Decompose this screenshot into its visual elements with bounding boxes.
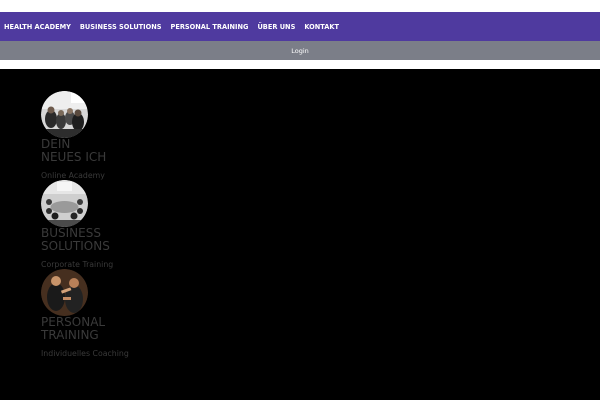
login-bar: Login [0, 41, 600, 60]
card-subtitle: Online Academy [41, 171, 105, 180]
login-link[interactable]: Login [291, 47, 309, 55]
nav-item-ueber-uns[interactable]: ÜBER UNS [257, 23, 295, 31]
nav-item-health-academy[interactable]: HEALTH ACADEMY [4, 23, 71, 31]
personal-trainer-photo[interactable] [41, 269, 88, 316]
card-title-line: NEUES ICH [41, 149, 107, 164]
card-title-line: DEIN [41, 137, 71, 151]
nav-item-kontakt[interactable]: KONTAKT [304, 23, 339, 31]
seminar-audience-photo[interactable] [41, 91, 88, 138]
card-title-line: PERSONAL [41, 315, 106, 329]
main-content: DEIN NEUES ICH Online Academy BUSINESS S… [0, 69, 600, 400]
main-navigation: HEALTH ACADEMY BUSINESS SOLUTIONS PERSON… [0, 12, 600, 41]
conference-room-photo[interactable] [41, 180, 88, 227]
card-subtitle: Corporate Training [41, 260, 114, 269]
card-title-line: TRAINING [41, 327, 99, 342]
card-title: DEIN NEUES ICH [41, 138, 241, 163]
card-dein-neues-ich[interactable]: DEIN NEUES ICH Online Academy [41, 91, 241, 180]
card-subtitle: Individuelles Coaching [41, 349, 129, 358]
card-title-line: SOLUTIONS [41, 238, 110, 253]
card-title-line: BUSINESS [41, 226, 101, 240]
card-personal-training[interactable]: PERSONAL TRAINING Individuelles Coaching [41, 269, 241, 358]
card-title: BUSINESS SOLUTIONS [41, 227, 241, 252]
card-business-solutions[interactable]: BUSINESS SOLUTIONS Corporate Training [41, 180, 241, 269]
card-title: PERSONAL TRAINING [41, 316, 241, 341]
header-gap [0, 60, 600, 69]
nav-item-personal-training[interactable]: PERSONAL TRAINING [171, 23, 249, 31]
top-strip [0, 0, 600, 12]
nav-item-business-solutions[interactable]: BUSINESS SOLUTIONS [80, 23, 162, 31]
